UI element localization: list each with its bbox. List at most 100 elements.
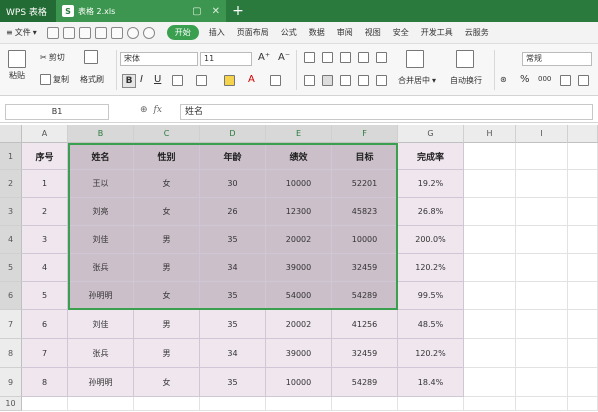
table-cell[interactable]: 52201 (332, 170, 398, 198)
menu-item[interactable]: 页面布局 (231, 27, 275, 38)
table-cell[interactable]: 54000 (266, 282, 332, 310)
table-cell[interactable] (464, 254, 516, 282)
table-cell[interactable]: 32459 (332, 254, 398, 282)
paste-button[interactable]: 粘贴 (8, 50, 26, 81)
table-cell[interactable]: 54289 (332, 282, 398, 310)
undo-icon[interactable] (126, 26, 139, 39)
table-cell[interactable]: 39000 (266, 339, 332, 368)
table-cell[interactable] (568, 339, 598, 368)
table-cell[interactable]: 2 (22, 198, 68, 226)
pin-tab-icon[interactable]: ▢ (192, 6, 201, 17)
table-cell[interactable]: 4 (22, 254, 68, 282)
column-header-d[interactable]: D (200, 125, 266, 143)
file-menu-button[interactable]: ≡ 文件 ▾ (6, 27, 37, 38)
column-header-c[interactable]: C (134, 125, 200, 143)
format-painter-label-wrap[interactable]: 格式刷 (80, 74, 104, 85)
table-cell[interactable] (464, 368, 516, 397)
wrap-text-button[interactable] (456, 50, 474, 68)
table-cell[interactable]: 男 (134, 226, 200, 254)
table-cell[interactable] (266, 397, 332, 411)
copy-button[interactable]: 复制 (40, 74, 69, 85)
table-cell[interactable] (568, 226, 598, 254)
table-cell[interactable]: 孙明明 (68, 282, 134, 310)
save-icon[interactable] (62, 26, 75, 39)
merge-center-label-wrap[interactable]: 合并居中 ▾ (398, 75, 436, 86)
number-format-select[interactable]: 常规 (522, 52, 592, 66)
row-header-1[interactable]: 1 (0, 143, 22, 170)
table-cell[interactable]: 10000 (266, 170, 332, 198)
column-header-b[interactable]: B (68, 125, 134, 143)
table-cell[interactable]: 20002 (266, 226, 332, 254)
table-cell[interactable]: 35 (200, 368, 266, 397)
table-cell[interactable] (398, 397, 464, 411)
table-cell[interactable] (568, 254, 598, 282)
menu-item[interactable]: 开始 (166, 25, 199, 40)
table-cell[interactable]: 48.5% (398, 310, 464, 339)
table-cell[interactable] (68, 397, 134, 411)
table-cell[interactable] (464, 226, 516, 254)
header-cell[interactable]: 目标 (332, 143, 398, 170)
table-cell[interactable]: 120.2% (398, 254, 464, 282)
currency-button[interactable]: ⊛ (500, 75, 507, 84)
justify-button[interactable] (358, 75, 369, 86)
print-icon[interactable] (94, 26, 107, 39)
table-cell[interactable]: 5 (22, 282, 68, 310)
table-cell[interactable] (516, 339, 568, 368)
table-cell[interactable]: 孙明明 (68, 368, 134, 397)
header-cell[interactable] (516, 143, 568, 170)
table-cell[interactable]: 41256 (332, 310, 398, 339)
table-cell[interactable]: 34 (200, 339, 266, 368)
table-cell[interactable]: 王以 (68, 170, 134, 198)
table-cell[interactable] (464, 397, 516, 411)
table-cell[interactable]: 30 (200, 170, 266, 198)
table-cell[interactable] (464, 339, 516, 368)
column-header-a[interactable]: A (22, 125, 68, 143)
print-preview-icon[interactable] (110, 26, 123, 39)
table-cell[interactable]: 35 (200, 282, 266, 310)
table-cell[interactable] (464, 282, 516, 310)
table-cell[interactable]: 6 (22, 310, 68, 339)
align-middle-button[interactable] (322, 52, 333, 63)
table-cell[interactable]: 女 (134, 368, 200, 397)
function-icon[interactable]: fx (154, 105, 162, 115)
table-cell[interactable] (464, 310, 516, 339)
table-cell[interactable]: 99.5% (398, 282, 464, 310)
row-header-5[interactable]: 5 (0, 254, 22, 282)
menu-item[interactable]: 云服务 (459, 27, 495, 38)
table-cell[interactable]: 10000 (332, 226, 398, 254)
table-cell[interactable]: 8 (22, 368, 68, 397)
table-cell[interactable] (568, 282, 598, 310)
table-cell[interactable] (516, 310, 568, 339)
column-header-e[interactable]: E (266, 125, 332, 143)
column-header-i[interactable]: I (516, 125, 568, 143)
fill-style-button[interactable] (196, 75, 207, 86)
formula-input[interactable]: 姓名 (180, 104, 593, 120)
header-cell[interactable] (568, 143, 598, 170)
table-cell[interactable]: 刘佳 (68, 310, 134, 339)
header-cell[interactable]: 绩效 (266, 143, 332, 170)
table-cell[interactable] (516, 254, 568, 282)
menu-item[interactable]: 开发工具 (415, 27, 459, 38)
align-bottom-button[interactable] (340, 52, 351, 63)
table-cell[interactable]: 120.2% (398, 339, 464, 368)
bold-button[interactable]: B (122, 74, 136, 88)
open-icon[interactable] (46, 26, 59, 39)
export-icon[interactable] (78, 26, 91, 39)
wrap-text-label-wrap[interactable]: 自动换行 (450, 75, 482, 86)
table-cell[interactable] (516, 282, 568, 310)
table-cell[interactable]: 女 (134, 282, 200, 310)
table-cell[interactable] (464, 170, 516, 198)
table-cell[interactable] (22, 397, 68, 411)
underline-button[interactable]: U (154, 74, 161, 85)
table-cell[interactable]: 200.0% (398, 226, 464, 254)
table-cell[interactable]: 26.8% (398, 198, 464, 226)
table-cell[interactable]: 19.2% (398, 170, 464, 198)
border-button[interactable] (172, 75, 183, 86)
table-cell[interactable]: 男 (134, 254, 200, 282)
table-cell[interactable]: 张兵 (68, 254, 134, 282)
distribute-button[interactable] (376, 75, 387, 86)
table-cell[interactable] (516, 397, 568, 411)
table-cell[interactable]: 10000 (266, 368, 332, 397)
header-cell[interactable]: 年龄 (200, 143, 266, 170)
align-center-button[interactable] (322, 75, 333, 86)
